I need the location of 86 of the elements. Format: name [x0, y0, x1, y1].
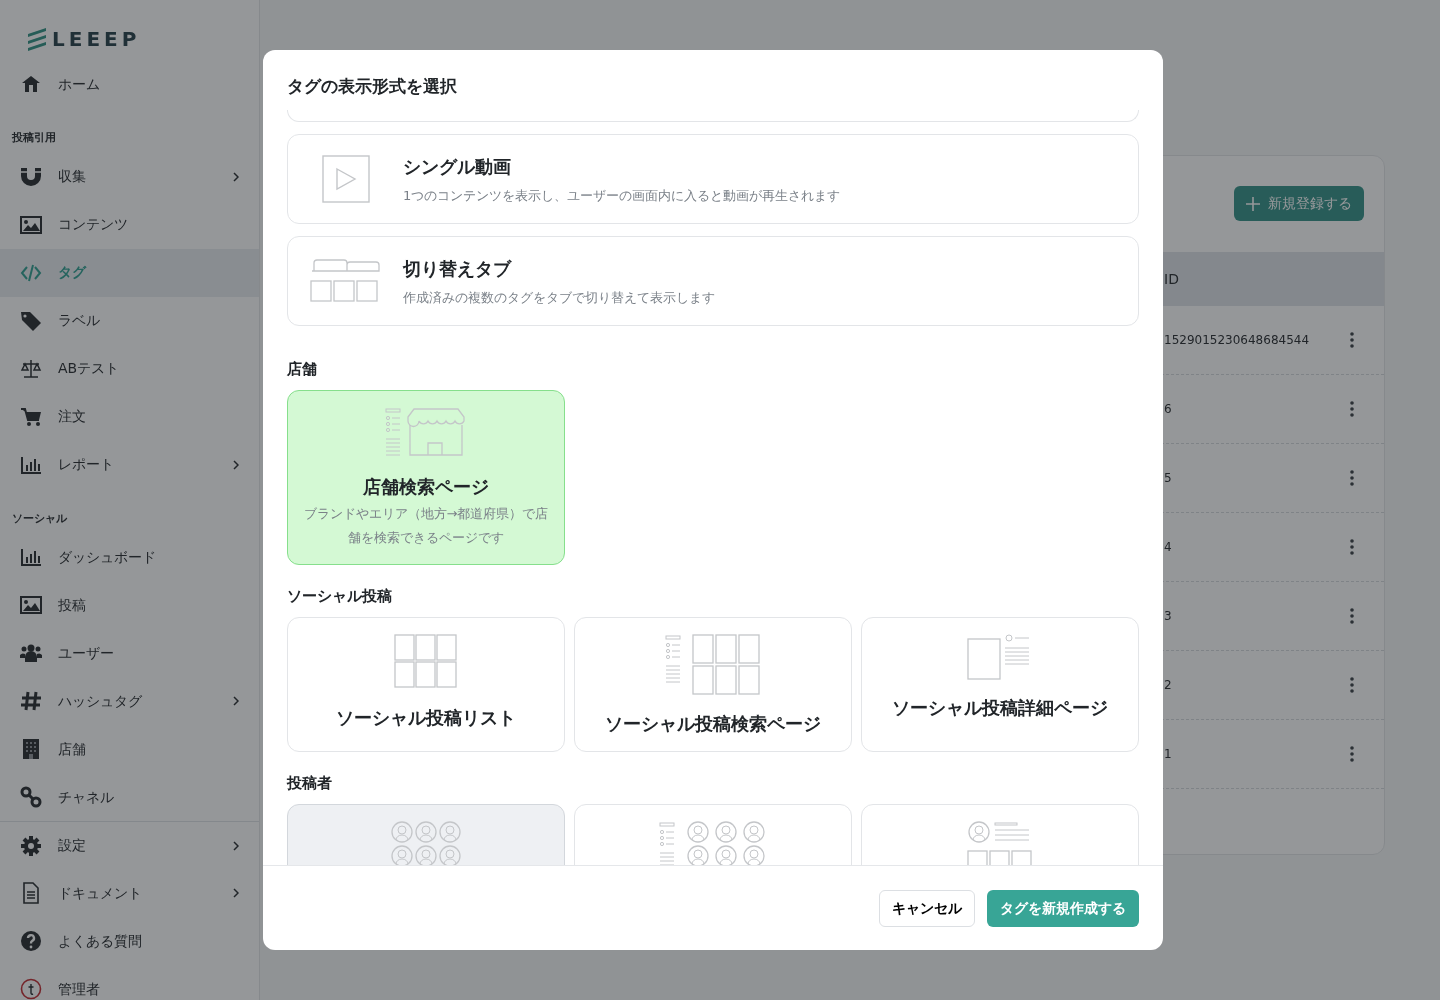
scale-icon: [20, 357, 42, 380]
option-title: シングル動画: [403, 155, 512, 180]
tabs-icon: [309, 259, 382, 304]
profile-icon: [967, 821, 1033, 865]
chevron-right-icon: [233, 696, 239, 706]
option-card[interactable]: シングル動画 1つのコンテンツを表示し、ユーザーの画面内に入ると動画が再生されます: [287, 134, 1139, 225]
cart-icon: [20, 405, 42, 428]
table-cell-text: 3: [1164, 608, 1172, 625]
link-icon: [20, 786, 42, 808]
section-heading: 投稿引用: [11, 130, 57, 146]
sidebar-item[interactable]: レポート: [0, 440, 259, 489]
table-cell-text: 2: [1164, 677, 1172, 694]
table-cell-text: 4: [1164, 539, 1172, 556]
chevron-right-icon: [233, 171, 239, 182]
sidebar-item[interactable]: ユーザー: [0, 629, 259, 677]
bar-chart-icon: [20, 546, 42, 568]
option-title: ソーシャル投稿リスト: [336, 706, 516, 731]
option-title: 店舗検索ページ: [363, 475, 489, 500]
sidebar-item[interactable]: ラベル: [0, 296, 259, 345]
section-heading: 投稿者: [287, 773, 333, 793]
option-card[interactable]: ソーシャル投稿詳細ページ: [861, 617, 1139, 753]
table-cell-text: 6: [1164, 401, 1172, 418]
more-icon[interactable]: [1350, 608, 1354, 624]
more-icon[interactable]: [1350, 539, 1354, 555]
more-icon[interactable]: [1350, 332, 1354, 348]
modal-title: タグの表示形式を選択: [286, 75, 458, 98]
image-icon: [20, 213, 42, 236]
option-card[interactable]: 切り替えタブ 作成済みの複数のタグをタブで切り替えて表示します: [287, 236, 1139, 327]
more-icon[interactable]: [1350, 746, 1354, 762]
cancel-button[interactable]: キャンセル: [879, 889, 975, 927]
help-icon: [20, 930, 42, 952]
option-description: 1つのコンテンツを表示し、ユーザーの画面内に入ると動画が再生されます: [403, 187, 841, 206]
option-title: ソーシャル投稿詳細ページ: [892, 696, 1108, 721]
chevron-right-icon: [233, 888, 239, 898]
sidebar-item[interactable]: 投稿: [0, 581, 259, 629]
settings-icon: [20, 834, 42, 857]
sidebar-item[interactable]: ABテスト: [0, 344, 259, 393]
sidebar-item[interactable]: 店舗: [0, 725, 259, 773]
chevron-right-icon: [233, 840, 239, 851]
sidebar-item[interactable]: 設定: [0, 821, 259, 869]
table-cell-text: 1529015230648684544: [1164, 332, 1310, 349]
option-description: ブランドやエリア（地方→都道府県）で店舗を検索できるページです: [302, 505, 550, 548]
option-title: ソーシャル投稿検索ページ: [605, 712, 821, 737]
home-icon: [20, 73, 42, 95]
users-icon: [20, 642, 42, 664]
plus-icon: [1246, 196, 1260, 211]
image-icon: [20, 594, 42, 616]
sidebar-item[interactable]: 注文: [0, 392, 259, 441]
more-icon[interactable]: [1350, 401, 1354, 417]
create-button[interactable]: タグを新規作成する: [987, 889, 1139, 927]
option-card[interactable]: ソーシャル投稿検索ページ: [574, 617, 852, 753]
table-cell-text: 5: [1164, 470, 1172, 487]
sidebar-item[interactable]: 収集: [0, 152, 259, 201]
hash-icon: [20, 690, 42, 712]
option-title: 切り替えタブ: [403, 257, 513, 282]
option-description: 作成済みの複数のタグをタブで切り替えて表示します: [403, 289, 715, 308]
tag-icon: [20, 309, 42, 332]
logo: LEEEP: [52, 26, 141, 53]
option-card[interactable]: 店舗検索ページ ブランドやエリア（地方→都道府県）で店舗を検索できるページです: [287, 390, 565, 566]
sidebar-item[interactable]: ハッシュタグ: [0, 677, 259, 725]
sidebar-item[interactable]: ドキュメント: [0, 869, 259, 917]
chevron-right-icon: [233, 459, 239, 470]
grid-icon: [394, 634, 458, 691]
section-heading: 店舗: [287, 359, 318, 379]
more-icon[interactable]: [1350, 677, 1354, 693]
sidebar-item[interactable]: チャネル: [0, 773, 259, 821]
section-heading: ソーシャル投稿: [287, 586, 393, 606]
logo-icon: [26, 26, 48, 52]
sidebar-item[interactable]: コンテンツ: [0, 200, 259, 249]
section-heading: ソーシャル: [11, 510, 68, 527]
admin-avatar-icon: [20, 978, 42, 1000]
option-card[interactable]: ソーシャル投稿リスト: [287, 617, 565, 753]
sidebar-item[interactable]: 管理者: [0, 965, 259, 1000]
search-grid-icon: [664, 634, 762, 697]
sidebar-item[interactable]: ホーム: [0, 60, 259, 108]
people-search-icon: [658, 821, 768, 865]
people-icon: [390, 821, 462, 865]
sidebar-item[interactable]: ダッシュボード: [0, 533, 259, 581]
document-icon: [20, 882, 42, 904]
sidebar-item[interactable]: よくある質問: [0, 917, 259, 965]
column-header: ID: [1164, 269, 1179, 289]
building-icon: [20, 738, 42, 760]
table-cell-text: 1: [1164, 746, 1172, 763]
play-icon: [321, 155, 370, 204]
magnet-icon: [20, 165, 42, 188]
more-icon[interactable]: [1350, 470, 1354, 486]
